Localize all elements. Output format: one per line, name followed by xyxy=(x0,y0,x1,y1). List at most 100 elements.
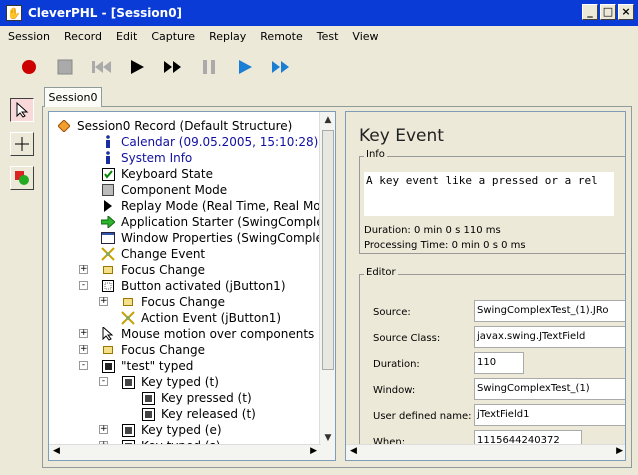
expand-icon[interactable]: + xyxy=(79,329,88,338)
rewind-button[interactable] xyxy=(86,52,116,82)
left-toolbar xyxy=(10,98,34,190)
blue-play-icon xyxy=(239,60,252,74)
menu-replay[interactable]: Replay xyxy=(201,30,252,43)
fast-forward-icon xyxy=(164,61,181,73)
title-bar: ✋ CleverPHL - [Session0] _ □ × xyxy=(0,0,638,26)
user-defined-name-label: User defined name: xyxy=(373,411,472,422)
button-icon xyxy=(101,279,115,293)
close-button[interactable]: × xyxy=(618,4,634,20)
scroll-up-icon[interactable]: ▲ xyxy=(320,112,335,128)
tree-row-label: Button activated (jButton1) xyxy=(121,279,286,293)
window-title: CleverPHL - [Session0] xyxy=(28,6,183,20)
focus-icon xyxy=(101,263,115,277)
tree-row-label: Mouse motion over components xyxy=(121,327,315,341)
tree-row[interactable]: Focus Change xyxy=(101,342,205,358)
fast-forward-button[interactable] xyxy=(158,52,188,82)
tree-row[interactable]: Focus Change xyxy=(101,262,205,278)
collapse-icon[interactable]: - xyxy=(79,361,88,370)
detail-horizontal-scrollbar[interactable]: ◀ ▶ xyxy=(346,444,625,460)
play-triangle-icon xyxy=(101,199,115,213)
record-tree[interactable]: Session0 Record (Default Structure) Calen… xyxy=(48,111,336,461)
tree-row[interactable]: Replay Mode (Real Time, Real Mo xyxy=(101,198,321,214)
action-icon xyxy=(121,311,135,325)
menu-capture[interactable]: Capture xyxy=(143,30,201,43)
tree-row[interactable]: Mouse motion over components xyxy=(101,326,314,342)
key-icon xyxy=(141,391,155,405)
tree-row[interactable]: Key pressed (t) xyxy=(141,390,252,406)
user-defined-name-field[interactable]: jTextField1 xyxy=(474,404,625,426)
tree-row[interactable]: Key typed (t) xyxy=(121,374,219,390)
tree-row-label: Component Mode xyxy=(121,183,228,197)
app-hand-icon: ✋ xyxy=(6,5,22,21)
tree-row[interactable]: Calendar (09.05.2005, 15:10:28) xyxy=(101,134,318,150)
tree-horizontal-scrollbar[interactable]: ◀ ▶ xyxy=(49,444,321,460)
collapse-icon[interactable]: - xyxy=(79,281,88,290)
info-description: A key event like a pressed or a rel xyxy=(364,172,614,216)
collapse-icon[interactable]: - xyxy=(99,377,108,386)
crosshair-icon xyxy=(15,137,29,151)
tree-row-label: Window Properties (SwingComplex xyxy=(121,231,330,245)
focus-icon xyxy=(121,295,135,309)
key-icon xyxy=(121,423,135,437)
tree-row[interactable]: Focus Change xyxy=(121,294,225,310)
crosshair-tool-button[interactable] xyxy=(10,132,34,156)
info-icon xyxy=(101,135,115,149)
minimize-button[interactable]: _ xyxy=(582,4,598,20)
tree-row[interactable]: Change Event xyxy=(101,246,205,262)
pause-button[interactable] xyxy=(194,52,224,82)
tree-row-label: System Info xyxy=(121,151,193,165)
change-event-icon xyxy=(101,247,115,261)
tree-row[interactable]: Key released (t) xyxy=(141,406,256,422)
expand-icon[interactable]: + xyxy=(99,297,108,306)
tree-row[interactable]: "test" typed xyxy=(101,358,193,374)
detail-scroll-right-icon[interactable]: ▶ xyxy=(616,446,623,456)
tree-row-label: Calendar (09.05.2005, 15:10:28) xyxy=(121,135,319,149)
replay-play-button[interactable] xyxy=(230,52,260,82)
menu-view[interactable]: View xyxy=(344,30,384,43)
record-button[interactable] xyxy=(14,52,44,82)
duration-field[interactable]: 110 xyxy=(474,352,524,374)
tree-row[interactable]: Keyboard State xyxy=(101,166,213,182)
gray-square-icon xyxy=(101,183,115,197)
maximize-button[interactable]: □ xyxy=(600,4,616,20)
menu-edit[interactable]: Edit xyxy=(108,30,143,43)
menu-test[interactable]: Test xyxy=(309,30,345,43)
tree-row-label: Key released (t) xyxy=(161,407,256,421)
scroll-right-icon[interactable]: ▶ xyxy=(310,446,317,456)
shapes-tool-button[interactable] xyxy=(10,166,34,190)
tree-row[interactable]: Component Mode xyxy=(101,182,227,198)
expand-icon[interactable]: + xyxy=(79,345,88,354)
play-button[interactable] xyxy=(122,52,152,82)
menu-session[interactable]: Session xyxy=(0,30,56,43)
source-class-label: Source Class: xyxy=(373,333,441,344)
select-tool-button[interactable] xyxy=(10,98,34,122)
tree-row[interactable]: System Info xyxy=(101,150,192,166)
scroll-down-icon[interactable]: ▼ xyxy=(320,430,335,446)
tree-vertical-scrollbar[interactable]: ▲ ▼ xyxy=(319,112,335,460)
scroll-left-icon[interactable]: ◀ xyxy=(53,446,60,456)
window-field[interactable]: SwingComplexTest_(1) xyxy=(474,378,625,400)
tree-row[interactable]: Key typed (e) xyxy=(121,422,222,438)
shapes-icon xyxy=(15,171,29,185)
menu-remote[interactable]: Remote xyxy=(252,30,308,43)
tree-row[interactable]: Application Starter (SwingComplex xyxy=(101,214,331,230)
stop-button[interactable] xyxy=(50,52,80,82)
tab-session0[interactable]: Session0 xyxy=(44,87,102,107)
menu-record[interactable]: Record xyxy=(56,30,108,43)
source-class-field[interactable]: javax.swing.JTextField xyxy=(474,326,625,348)
play-icon xyxy=(131,60,144,74)
tree-row[interactable]: Window Properties (SwingComplex xyxy=(101,230,330,246)
tree-row[interactable]: Action Event (jButton1) xyxy=(121,310,281,326)
tree-row[interactable]: Button activated (jButton1) xyxy=(101,278,286,294)
tree-row-label: Key typed (t) xyxy=(141,375,219,389)
detail-scroll-left-icon[interactable]: ◀ xyxy=(350,446,357,456)
source-field[interactable]: SwingComplexTest_(1).JRo xyxy=(474,300,625,322)
expand-icon[interactable]: + xyxy=(79,265,88,274)
tree-row-label: Application Starter (SwingComplex xyxy=(121,215,331,229)
tree-row[interactable]: Session0 Record (Default Structure) xyxy=(57,118,292,134)
tree-row-label: Focus Change xyxy=(121,343,206,357)
scroll-thumb[interactable] xyxy=(322,130,334,370)
expand-icon[interactable]: + xyxy=(99,425,108,434)
focus-icon xyxy=(101,343,115,357)
replay-fast-forward-button[interactable] xyxy=(266,52,296,82)
